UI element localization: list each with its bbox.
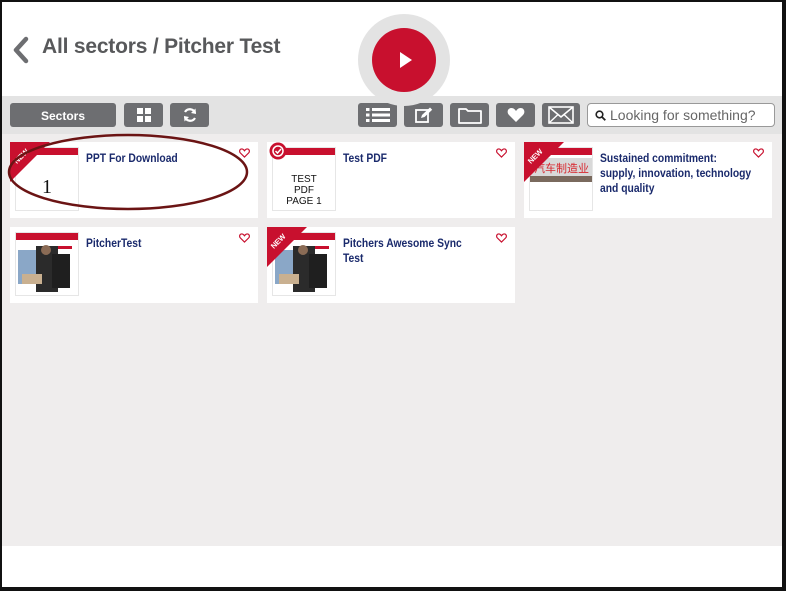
app-window: All sectors / Pitcher Test Sectors Looki… <box>2 2 782 587</box>
thumbnail-text: TEST PDF PAGE 1 <box>286 174 322 207</box>
file-title[interactable]: Sustained commitment: supply, innovation… <box>600 151 755 196</box>
mail-icon <box>548 106 574 124</box>
favorite-heart-icon[interactable] <box>496 233 507 243</box>
new-ribbon: NEW <box>10 142 50 182</box>
file-thumbnail <box>16 233 78 295</box>
favorite-heart-icon[interactable] <box>496 148 507 158</box>
file-title[interactable]: Test PDF <box>343 151 472 166</box>
new-ribbon: NEW <box>267 227 307 267</box>
folder-icon <box>457 108 482 124</box>
grid-icon <box>136 108 151 122</box>
refresh-icon <box>183 108 196 122</box>
grid-view-button[interactable] <box>124 103 163 127</box>
favorites-button[interactable] <box>496 103 535 127</box>
thumbnail-header-bar <box>16 233 78 240</box>
file-card[interactable]: 汽车制造业 NEW Sustained commitment: supply, … <box>524 142 772 218</box>
play-button[interactable] <box>372 28 436 92</box>
file-card[interactable]: PitcherTest <box>10 227 258 303</box>
breadcrumb[interactable]: All sectors / Pitcher Test <box>42 35 281 59</box>
refresh-button[interactable] <box>170 103 209 127</box>
footer <box>2 546 782 587</box>
file-card[interactable]: 1 NEW PPT For Download <box>10 142 258 218</box>
file-card[interactable]: TEST PDF PAGE 1 Test PDF <box>267 142 515 218</box>
play-icon <box>400 52 412 68</box>
file-grid: 1 NEW PPT For Download TEST PDF PAGE 1 Te <box>2 134 782 546</box>
file-title[interactable]: PitcherTest <box>86 236 215 251</box>
back-chevron-icon[interactable] <box>10 36 32 64</box>
file-title[interactable]: PPT For Download <box>86 151 215 166</box>
favorite-heart-icon[interactable] <box>753 148 764 158</box>
list-icon <box>365 108 390 122</box>
list-view-button[interactable] <box>358 103 397 127</box>
search-input[interactable] <box>610 106 770 124</box>
edit-icon <box>414 107 432 123</box>
favorite-heart-icon[interactable] <box>239 233 250 243</box>
search-box[interactable] <box>587 103 775 127</box>
new-ribbon: NEW <box>524 142 564 182</box>
folder-button[interactable] <box>450 103 489 127</box>
favorite-heart-icon[interactable] <box>239 148 250 158</box>
thumbnail-photo <box>16 240 78 295</box>
file-title[interactable]: Pitchers Awesome Sync Test <box>343 236 472 266</box>
heart-icon <box>507 108 524 122</box>
sectors-button[interactable]: Sectors <box>10 103 116 127</box>
mail-button[interactable] <box>542 103 580 127</box>
edit-button[interactable] <box>404 103 443 127</box>
file-card[interactable]: NEW Pitchers Awesome Sync Test <box>267 227 515 303</box>
check-badge-icon <box>269 142 287 160</box>
search-icon <box>595 110 606 121</box>
